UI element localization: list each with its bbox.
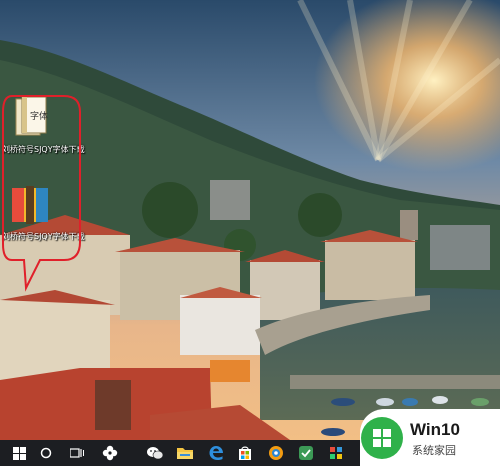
pinwheel-icon [102, 445, 118, 461]
edge-icon [209, 446, 223, 460]
app-icon [299, 446, 313, 460]
win10-logo-icon [361, 417, 403, 459]
app-button-2[interactable] [323, 440, 349, 466]
file-explorer-button[interactable] [172, 440, 198, 466]
pinwheel-app-button[interactable] [97, 440, 123, 466]
grid-app-icon [330, 447, 342, 459]
store-icon [239, 446, 251, 460]
task-view-icon [70, 448, 84, 458]
watermark-title: Win10 [410, 420, 460, 439]
search-button[interactable] [33, 440, 59, 466]
watermark-subtitle: 系统家园 [412, 445, 456, 457]
edge-button[interactable] [203, 440, 229, 466]
store-button[interactable] [232, 440, 258, 466]
browser-icon [269, 446, 283, 460]
installer-box-icon [12, 186, 48, 224]
desktop-icon-label: 刘桥符号SJQY字体下载 [2, 145, 85, 154]
desktop[interactable]: 字体 刘桥符号SJQY字体下载 刘桥符号SJQY字体下载 [0, 0, 500, 466]
app-button[interactable] [293, 440, 319, 466]
desktop-icon-font-book[interactable]: 字体 刘桥符号SJQY字体下载 [2, 95, 85, 155]
svg-text:字体: 字体 [30, 110, 48, 122]
wechat-button[interactable] [142, 440, 168, 466]
desktop-icon-label: 刘桥符号SJQY字体下载 [2, 232, 85, 241]
wechat-icon [147, 447, 164, 460]
task-view-button[interactable] [64, 440, 90, 466]
desktop-icon-font-installer[interactable]: 刘桥符号SJQY字体下载 [2, 182, 85, 242]
start-button[interactable] [6, 440, 32, 466]
browser-button[interactable] [263, 440, 289, 466]
folder-icon [177, 448, 193, 459]
book-icon: 字体 [15, 96, 48, 136]
windows-icon [12, 446, 26, 460]
circle-icon [40, 447, 52, 459]
